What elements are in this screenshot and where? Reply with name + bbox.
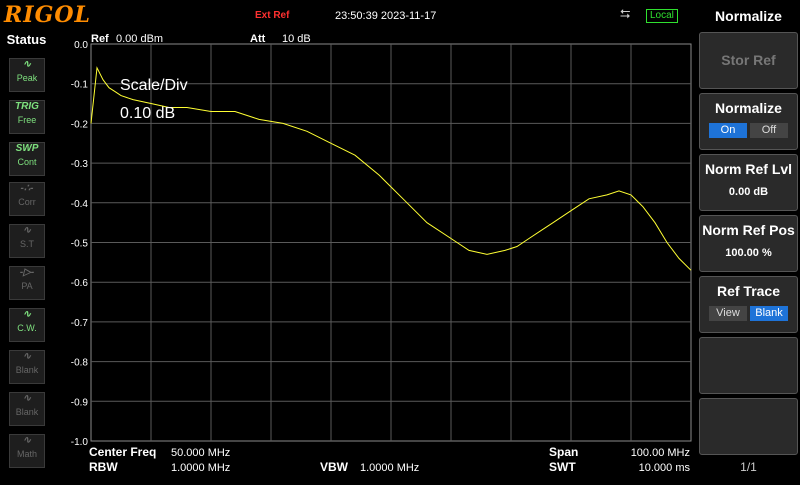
rigol-logo: RIGOL — [4, 2, 91, 28]
stor-ref-button[interactable]: Stor Ref — [699, 32, 798, 89]
status-button-math[interactable]: ∿ Math — [9, 434, 45, 468]
norm-ref-pos-value: 100.00 % — [725, 247, 772, 259]
vbw-label: VBW — [320, 460, 349, 474]
status-title: Status — [6, 32, 47, 47]
math-icon: ∿ — [22, 435, 32, 446]
span-value: 100.00 MHz — [631, 447, 690, 459]
status-button-cont[interactable]: SWP Cont — [9, 142, 45, 176]
y-tick-label: -0.5 — [71, 239, 89, 250]
ref-trace-blank-option[interactable]: Blank — [750, 306, 788, 321]
norm-ref-pos-label: Norm Ref Pos — [702, 222, 795, 238]
att-value: 10 dB — [282, 33, 311, 45]
status-button-label: Blank — [15, 407, 39, 417]
ref-trace-view-option[interactable]: View — [709, 306, 747, 321]
norm-ref-lvl-label: Norm Ref Lvl — [704, 161, 793, 177]
y-tick-label: -0.9 — [71, 397, 89, 408]
status-button-label: Math — [16, 449, 37, 459]
status-button-label: PA — [21, 281, 33, 291]
ref-value: 0.00 dBm — [116, 33, 163, 45]
y-tick-label: -0.3 — [71, 159, 89, 170]
status-button-label: C.W. — [17, 323, 37, 333]
status-button-corr[interactable]: -∴- Corr — [9, 182, 45, 216]
status-button-blank[interactable]: ∿ Blank — [9, 392, 45, 426]
span-label: Span — [549, 445, 578, 459]
norm-ref-pos-button[interactable]: Norm Ref Pos 100.00 % — [699, 215, 798, 272]
y-tick-label: -0.8 — [71, 358, 89, 369]
status-button-label: S.T — [19, 239, 34, 249]
status-button-label: Corr — [18, 197, 36, 207]
swt-label: SWT — [549, 460, 576, 474]
normalize-off-option[interactable]: Off — [750, 123, 788, 138]
peak-icon: ∿ — [22, 59, 32, 70]
blank-icon: ∿ — [22, 351, 32, 362]
norm-ref-lvl-button[interactable]: Norm Ref Lvl 0.00 dB — [699, 154, 798, 211]
status-button-blank[interactable]: ∿ Blank — [9, 350, 45, 384]
center-freq-value: 50.000 MHz — [171, 447, 230, 459]
softkey-empty-1[interactable] — [699, 337, 798, 394]
swt-value: 10.000 ms — [639, 462, 691, 474]
datetime: 23:50:39 2023-11-17 — [335, 10, 437, 22]
y-tick-label: -0.4 — [71, 199, 89, 210]
softkey-menu: Normalize Stor Ref Normalize On Off Norm… — [697, 0, 800, 480]
s-t-icon: ∿ — [22, 225, 32, 236]
pa-icon: -▷- — [19, 267, 35, 278]
status-panel: Status ∿ Peak TRIG Free SWP Cont -∴- Corr ∿ S.T -▷… — [0, 30, 53, 480]
ref-trace-label: Ref Trace — [716, 283, 781, 299]
rbw-label: RBW — [89, 460, 118, 474]
scale-label: Scale/Div — [120, 77, 188, 94]
y-tick-label: -0.6 — [71, 278, 89, 289]
usb-icon: ⮀ — [620, 6, 631, 21]
stor-ref-label: Stor Ref — [721, 52, 776, 68]
status-button-free[interactable]: TRIG Free — [9, 100, 45, 134]
y-tick-label: -0.1 — [71, 80, 89, 91]
center-freq-label: Center Freq — [89, 445, 156, 459]
y-tick-label: -0.7 — [71, 318, 89, 329]
status-button-label: Free — [17, 115, 37, 125]
normalize-on-option[interactable]: On — [709, 123, 747, 138]
norm-ref-lvl-value: 0.00 dB — [728, 186, 769, 198]
status-button-label: Cont — [17, 157, 37, 167]
normalize-label: Normalize — [715, 100, 782, 116]
c-w--icon: ∿ — [22, 309, 32, 320]
status-button-label: Blank — [15, 365, 39, 375]
plot-area: 0.0 -0.1 -0.2 -0.3 -0.4 -0.5 -0.6 -0.7 -0.8 -0.9 -… — [53, 30, 697, 480]
normalize-button[interactable]: Normalize On Off — [699, 93, 798, 150]
page-indicator: 1/1 — [740, 460, 757, 474]
y-tick-label: -0.2 — [71, 119, 89, 130]
status-button-label: Peak — [16, 73, 38, 83]
menu-title: Normalize — [715, 8, 782, 24]
att-label: Att — [250, 33, 266, 45]
blank-icon: ∿ — [22, 393, 32, 404]
y-tick-label: -1.0 — [71, 437, 89, 448]
corr-icon: -∴- — [20, 183, 34, 194]
status-button-s-t[interactable]: ∿ S.T — [9, 224, 45, 258]
softkey-empty-2[interactable] — [699, 398, 798, 455]
top-bar: RIGOL Ext Ref 23:50:39 2023-11-17 ⮀ Loca… — [0, 0, 697, 30]
ref-label: Ref — [91, 33, 109, 45]
cont-icon: SWP — [15, 143, 39, 154]
status-button-pa[interactable]: -▷- PA — [9, 266, 45, 300]
status-button-c-w-[interactable]: ∿ C.W. — [9, 308, 45, 342]
free-icon: TRIG — [15, 101, 39, 112]
ext-ref-indicator: Ext Ref — [255, 10, 290, 21]
spectrum-chart: 0.0 -0.1 -0.2 -0.3 -0.4 -0.5 -0.6 -0.7 -0.8 -0.9 -… — [71, 33, 692, 474]
local-badge: Local — [646, 9, 678, 23]
ref-trace-button[interactable]: Ref Trace View Blank — [699, 276, 798, 333]
scale-value: 0.10 dB — [120, 105, 175, 122]
vbw-value: 1.0000 MHz — [360, 462, 419, 474]
status-button-peak[interactable]: ∿ Peak — [9, 58, 45, 92]
rbw-value: 1.0000 MHz — [171, 462, 230, 474]
y-tick-label: 0.0 — [74, 40, 88, 51]
